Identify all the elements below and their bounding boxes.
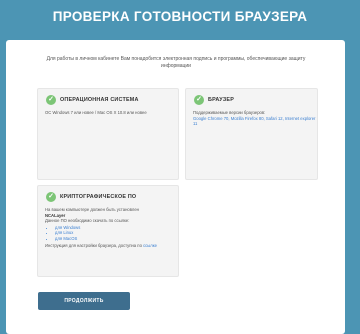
browser-card: ✓ БРАУЗЕР Поддерживаемые версии браузеро… [185, 88, 318, 180]
link-macos[interactable]: для MacOS [55, 236, 77, 241]
link-linux[interactable]: для Linux [55, 230, 73, 235]
check-circle-icon: ✓ [46, 95, 56, 105]
continue-button[interactable]: ПРОДОЛЖИТЬ [38, 292, 130, 310]
os-card-title: ОПЕРАЦИОННАЯ СИСТЕМА [60, 97, 139, 103]
crypto-card-text: На вашем компьютере должен быть установл… [45, 207, 157, 248]
link-windows[interactable]: для Windows [55, 225, 80, 230]
check-circle-icon: ✓ [46, 192, 56, 202]
os-card: ✓ ОПЕРАЦИОННАЯ СИСТЕМА ОС Windows 7 или … [37, 88, 179, 180]
crypto-card: ✓ КРИПТОГРАФИЧЕСКОЕ ПО На вашем компьюте… [37, 185, 179, 277]
crypto-card-title: КРИПТОГРАФИЧЕСКОЕ ПО [60, 194, 137, 200]
browser-list: Google Chrome 70, Mozilla Firefox 80, Sa… [193, 115, 316, 127]
os-card-text: ОС Windows 7 или новее / Mac OS X 10.8 и… [45, 110, 147, 115]
browser-card-text: Поддерживаемые версии браузеров: Google … [193, 110, 317, 127]
crypto-line2: Данное ПО необходимо скачать по ссылке: [45, 218, 130, 224]
main-panel: Для работы в личном кабинете Вам понадоб… [6, 40, 345, 334]
check-circle-icon: ✓ [194, 95, 204, 105]
instructions-link[interactable]: ссылке [143, 243, 157, 248]
crypto-footer: Инструкция для настройки браузера, досту… [45, 243, 157, 249]
header: ПРОВЕРКА ГОТОВНОСТИ БРАУЗЕРА [0, 0, 360, 40]
intro-text: Для работы в личном кабинете Вам понадоб… [46, 56, 306, 69]
crypto-footer-text: Инструкция для настройки браузера, досту… [45, 242, 142, 248]
browser-card-title: БРАУЗЕР [208, 97, 235, 103]
page-title: ПРОВЕРКА ГОТОВНОСТИ БРАУЗЕРА [52, 9, 308, 24]
download-links: для Windows для Linux для MacOS [45, 225, 157, 242]
